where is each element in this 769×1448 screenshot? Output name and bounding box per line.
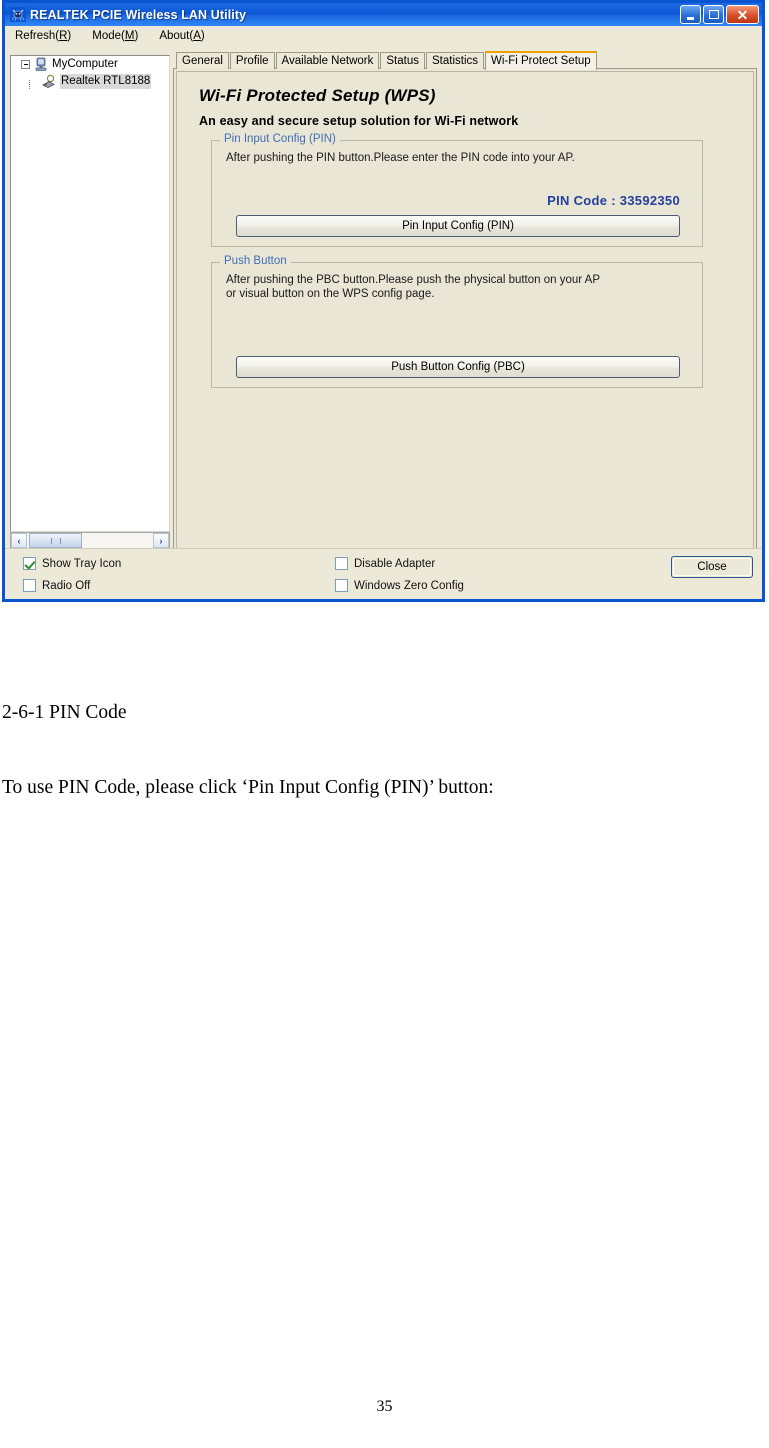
- maximize-button[interactable]: [703, 5, 724, 24]
- close-button[interactable]: Close: [671, 556, 753, 578]
- checkbox-windows-zero-config[interactable]: Windows Zero Config: [335, 579, 464, 592]
- wps-tab-panel: Wi-Fi Protected Setup (WPS) An easy and …: [173, 68, 757, 567]
- tree-item-mycomputer-label: MyComputer: [52, 58, 118, 70]
- pin-input-config-button[interactable]: Pin Input Config (PIN): [236, 215, 680, 237]
- page-number: 35: [376, 1398, 393, 1415]
- bottom-options-bar: Show Tray Icon Radio Off Disable Adapter…: [5, 548, 762, 599]
- scrollbar-grip-icon: [50, 537, 61, 544]
- menu-item-refresh[interactable]: Refresh(R): [13, 29, 73, 43]
- window-controls: ✕: [680, 5, 759, 24]
- checkbox-disable-adapter-box[interactable]: [335, 557, 348, 570]
- push-button-config-group: Push Button After pushing the PBC button…: [211, 255, 703, 388]
- tab-profile[interactable]: Profile: [229, 52, 275, 69]
- pbc-group-description-line1: After pushing the PBC button.Please push…: [226, 274, 600, 286]
- checkbox-disable-adapter[interactable]: Disable Adapter: [335, 557, 435, 570]
- menu-item-mode[interactable]: Mode(M): [90, 29, 140, 43]
- realtek-wireless-lan-utility-window: REALTEK PCIE Wireless LAN Utility ✕ Refr…: [2, 0, 765, 602]
- close-icon: ✕: [736, 6, 749, 23]
- tab-general[interactable]: General: [176, 52, 229, 69]
- realtek-logo-icon: [10, 7, 26, 22]
- manual-page-content: 2-6-1 PIN Code To use PIN Code, please c…: [0, 603, 769, 1448]
- checkbox-disable-adapter-label: Disable Adapter: [354, 557, 436, 570]
- pin-code-value: PIN Code : 33592350: [547, 193, 680, 208]
- tab-wifi-protect-setup[interactable]: Wi-Fi Protect Setup: [485, 51, 597, 70]
- scroll-right-arrow-icon[interactable]: ›: [153, 533, 169, 548]
- tree-item-adapter[interactable]: Realtek RTL8188: [11, 73, 169, 90]
- minimize-icon: [687, 16, 694, 20]
- window-body: MyComputer Realtek RTL8188 ‹ › General P…: [5, 46, 762, 599]
- tabstrip: General Profile Available Network Status…: [173, 50, 757, 70]
- window-title: REALTEK PCIE Wireless LAN Utility: [30, 7, 247, 22]
- push-button-config-button[interactable]: Push Button Config (PBC): [236, 356, 680, 378]
- checkbox-show-tray-icon-box[interactable]: [23, 557, 36, 570]
- tab-available-network[interactable]: Available Network: [275, 52, 380, 69]
- checkbox-radio-off[interactable]: Radio Off: [23, 579, 90, 592]
- checkbox-windows-zero-config-label: Windows Zero Config: [354, 579, 464, 592]
- maximize-icon: [708, 10, 719, 19]
- menu-item-about[interactable]: About(A): [157, 29, 206, 43]
- computer-icon: [35, 57, 47, 71]
- wps-subheading: An easy and secure setup solution for Wi…: [199, 114, 519, 128]
- wps-heading: Wi-Fi Protected Setup (WPS): [199, 86, 436, 105]
- pin-group-legend: Pin Input Config (PIN): [220, 133, 340, 145]
- checkbox-windows-zero-config-box[interactable]: [335, 579, 348, 592]
- close-button-label: Close: [697, 561, 727, 573]
- scroll-left-arrow-icon[interactable]: ‹: [11, 533, 27, 548]
- checkbox-show-tray-icon-label: Show Tray Icon: [42, 557, 122, 570]
- tree-horizontal-scrollbar[interactable]: ‹ ›: [10, 532, 170, 549]
- window-titlebar[interactable]: REALTEK PCIE Wireless LAN Utility ✕: [2, 0, 765, 26]
- tab-status[interactable]: Status: [380, 52, 425, 69]
- checkbox-radio-off-box[interactable]: [23, 579, 36, 592]
- pin-group-description: After pushing the PIN button.Please ente…: [226, 152, 575, 164]
- scrollbar-thumb[interactable]: [29, 533, 82, 548]
- tab-statistics[interactable]: Statistics: [425, 52, 484, 69]
- tree-item-adapter-label: Realtek RTL8188: [60, 74, 152, 89]
- checkbox-show-tray-icon[interactable]: Show Tray Icon: [23, 557, 121, 570]
- tab-area: General Profile Available Network Status…: [173, 50, 757, 567]
- adapter-tree-panel[interactable]: MyComputer Realtek RTL8188: [10, 55, 170, 532]
- menubar: Refresh(R) Mode(M) About(A): [5, 26, 762, 47]
- minimize-button[interactable]: [680, 5, 701, 24]
- section-heading: 2-6-1 PIN Code: [2, 702, 127, 723]
- scrollbar-track[interactable]: [27, 533, 153, 548]
- tree-item-mycomputer[interactable]: MyComputer: [11, 56, 169, 73]
- wps-panel-inner: Wi-Fi Protected Setup (WPS) An easy and …: [176, 71, 754, 564]
- pbc-group-legend: Push Button: [220, 255, 291, 267]
- pin-input-config-group: Pin Input Config (PIN) After pushing the…: [211, 133, 703, 247]
- pbc-group-description-line2: or visual button on the WPS config page.: [226, 288, 435, 300]
- tree-collapse-icon[interactable]: [21, 60, 30, 69]
- close-window-button[interactable]: ✕: [726, 5, 759, 24]
- tree-guide-line: [29, 80, 31, 89]
- wireless-adapter-icon: [42, 74, 55, 88]
- section-paragraph: To use PIN Code, please click ‘Pin Input…: [2, 777, 494, 798]
- checkbox-radio-off-label: Radio Off: [42, 579, 91, 592]
